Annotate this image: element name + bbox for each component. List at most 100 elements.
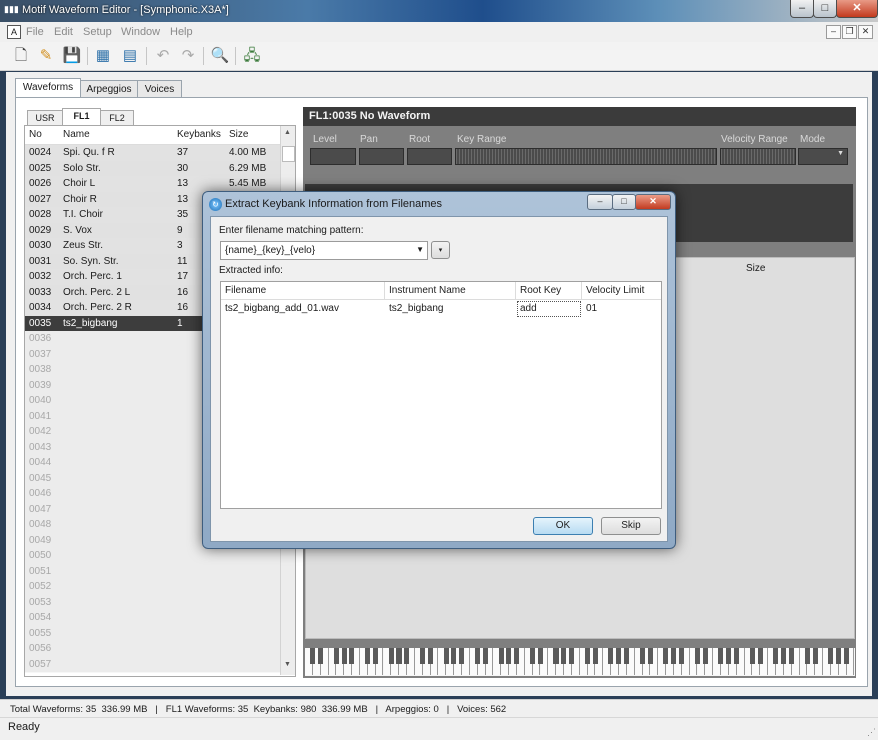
column-header-size[interactable]: Size — [746, 263, 765, 274]
piano-black-key[interactable] — [451, 648, 457, 664]
column-header-size[interactable]: Size — [229, 129, 248, 140]
dialog-minimize-button[interactable]: – — [587, 194, 613, 210]
piano-keyboard[interactable] — [305, 648, 855, 676]
waveform-row[interactable]: 0024 Spi. Qu. f R 37 4.00 MB — [25, 145, 280, 162]
piano-black-key[interactable] — [310, 648, 316, 664]
column-header-root-key[interactable]: Root Key — [520, 285, 561, 296]
waveform-row-empty[interactable]: 0055 — [25, 625, 280, 642]
piano-black-key[interactable] — [749, 648, 755, 664]
tab-waveforms[interactable]: Waveforms — [15, 78, 81, 98]
waveform-row-empty[interactable]: 0057 — [25, 656, 280, 673]
document-icon[interactable]: A — [7, 25, 21, 39]
piano-black-key[interactable] — [537, 648, 543, 664]
piano-black-key[interactable] — [396, 648, 402, 664]
search-icon[interactable]: 🔍 — [209, 46, 231, 66]
chevron-down-icon[interactable]: ▼ — [416, 245, 424, 254]
piano-black-key[interactable] — [647, 648, 653, 664]
column-header-filename[interactable]: Filename — [225, 285, 266, 296]
velocity-range-slider[interactable] — [720, 148, 796, 165]
cell-root-key[interactable]: add — [517, 301, 581, 317]
extracted-info-grid[interactable]: Filename Instrument Name Root Key Veloci… — [220, 281, 662, 509]
piano-black-key[interactable] — [474, 648, 481, 664]
grid-row[interactable]: ts2_bigbang_add_01.wav ts2_bigbang add 0… — [221, 301, 661, 317]
piano-black-key[interactable] — [514, 648, 520, 664]
menu-help[interactable]: Help — [170, 26, 193, 38]
waveform-row-empty[interactable]: 0053 — [25, 594, 280, 611]
piano-black-key[interactable] — [679, 648, 685, 664]
piano-black-key[interactable] — [404, 648, 410, 664]
piano-black-key[interactable] — [498, 648, 504, 664]
dialog-close-button[interactable]: ✕ — [635, 194, 671, 210]
piano-black-key[interactable] — [584, 648, 590, 664]
piano-black-key[interactable] — [757, 648, 763, 664]
waveform-row[interactable]: 0025 Solo Str. 30 6.29 MB — [25, 160, 280, 177]
save-icon[interactable]: 💾 — [61, 46, 83, 66]
bank-tab-usr[interactable]: USR — [27, 110, 63, 125]
piano-black-key[interactable] — [788, 648, 795, 664]
pan-field[interactable] — [359, 148, 404, 165]
menu-file[interactable]: File — [26, 26, 44, 38]
key-range-slider[interactable] — [455, 148, 717, 165]
pattern-combo[interactable]: {name}_{key}_{velo} ▼ — [220, 241, 428, 260]
scroll-up-icon[interactable]: ▲ — [284, 129, 291, 136]
piano-black-key[interactable] — [663, 648, 669, 664]
piano-black-key[interactable] — [388, 648, 394, 664]
tab-arpeggios[interactable]: Arpeggios — [80, 80, 138, 98]
piano-black-key[interactable] — [427, 648, 433, 664]
piano-black-key[interactable] — [561, 648, 567, 664]
piano-black-key[interactable] — [372, 648, 378, 664]
menu-window[interactable]: Window — [121, 26, 160, 38]
column-header-keybanks[interactable]: Keybanks — [177, 129, 221, 140]
piano-black-key[interactable] — [804, 648, 810, 664]
waveform-row-empty[interactable]: 0051 — [25, 563, 280, 580]
resize-grip-icon[interactable]: ⋰ — [867, 727, 876, 738]
piano-black-key[interactable] — [773, 648, 779, 664]
piano-black-key[interactable] — [702, 648, 708, 664]
piano-black-key[interactable] — [365, 648, 371, 664]
open-folder-icon[interactable]: ✎ — [35, 46, 57, 66]
piano-black-key[interactable] — [828, 648, 834, 664]
piano-black-key[interactable] — [608, 648, 614, 664]
piano-black-key[interactable] — [317, 648, 324, 664]
device-icon[interactable]: 🖧 — [241, 46, 263, 66]
scroll-down-icon[interactable]: ▼ — [284, 661, 291, 668]
menu-setup[interactable]: Setup — [83, 26, 112, 38]
new-file-icon[interactable]: 🗋 — [10, 46, 32, 66]
piano-black-key[interactable] — [639, 648, 645, 664]
piano-black-key[interactable] — [341, 648, 347, 664]
piano-black-key[interactable] — [694, 648, 700, 664]
piano-black-key[interactable] — [506, 648, 512, 664]
piano-black-key[interactable] — [624, 648, 630, 664]
pattern-options-button[interactable]: ▾ — [431, 241, 450, 259]
bank-tab-fl1[interactable]: FL1 — [62, 108, 101, 125]
piano-black-key[interactable] — [616, 648, 622, 664]
piano-black-key[interactable] — [443, 648, 449, 664]
piano-black-key[interactable] — [781, 648, 787, 664]
bank-tab-fl2[interactable]: FL2 — [100, 110, 134, 125]
dialog-maximize-button[interactable]: □ — [612, 194, 636, 210]
minimize-button[interactable]: – — [790, 0, 814, 18]
ok-button[interactable]: OK — [533, 517, 593, 535]
skip-button[interactable]: Skip — [601, 517, 661, 535]
tab-voices[interactable]: Voices — [137, 80, 182, 98]
piano-black-key[interactable] — [529, 648, 535, 664]
mdi-close-button[interactable]: ✕ — [858, 25, 873, 39]
piano-black-key[interactable] — [843, 648, 849, 664]
column-header-velocity-limit[interactable]: Velocity Limit — [586, 285, 644, 296]
level-field[interactable] — [310, 148, 356, 165]
waveform-row-empty[interactable]: 0052 — [25, 579, 280, 596]
root-field[interactable] — [407, 148, 452, 165]
piano-black-key[interactable] — [553, 648, 559, 664]
piano-black-key[interactable] — [718, 648, 724, 664]
mdi-restore-button[interactable]: ❐ — [842, 25, 857, 39]
close-button[interactable]: ✕ — [836, 0, 878, 18]
piano-black-key[interactable] — [836, 648, 842, 664]
maximize-button[interactable]: □ — [813, 0, 837, 18]
undo-icon[interactable]: ↶ — [152, 46, 174, 66]
mode-select[interactable]: ▼ — [798, 148, 848, 165]
piano-black-key[interactable] — [482, 648, 488, 664]
waveform-row-empty[interactable]: 0054 — [25, 610, 280, 627]
redo-icon[interactable]: ↷ — [177, 46, 199, 66]
column-header-instrument[interactable]: Instrument Name — [389, 285, 466, 296]
piano-black-key[interactable] — [671, 648, 677, 664]
